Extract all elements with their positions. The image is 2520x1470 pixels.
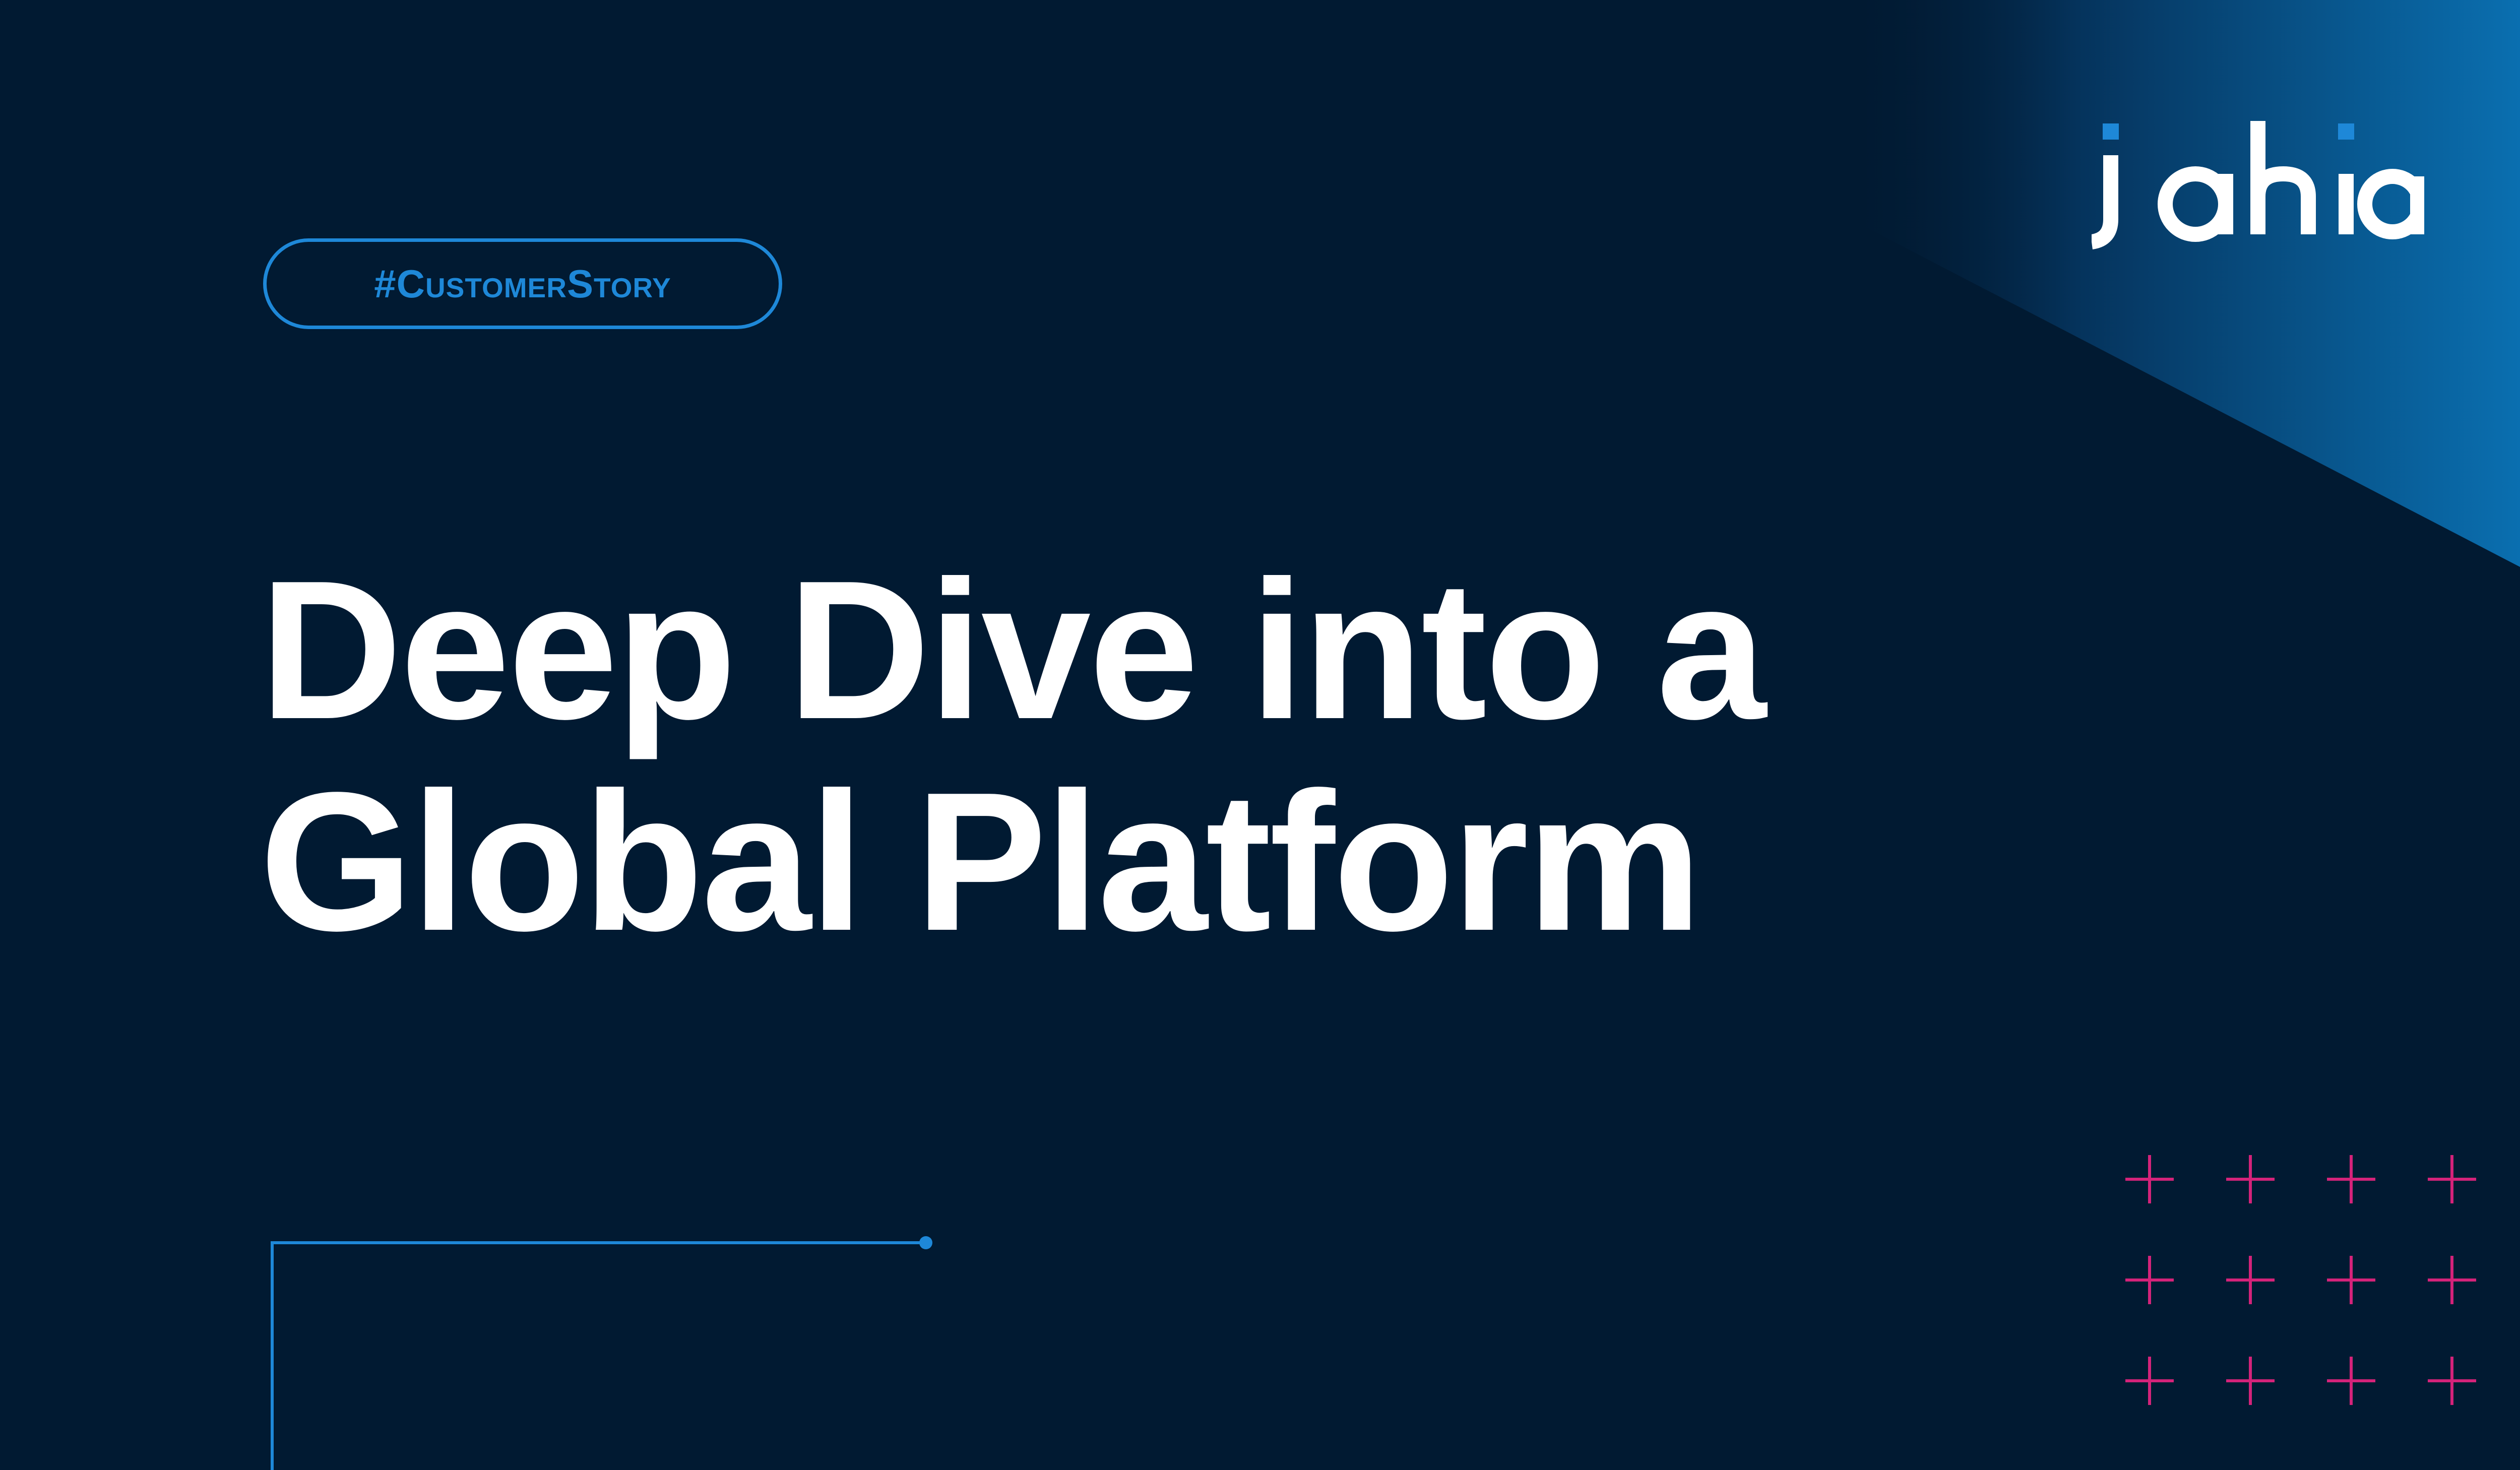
plus-icon xyxy=(2125,1357,2174,1405)
plus-icon xyxy=(2428,1256,2476,1304)
plus-icon xyxy=(2125,1155,2174,1203)
plus-icon xyxy=(2327,1155,2375,1203)
plus-icon xyxy=(2428,1155,2476,1203)
banner-canvas: jahia #CustomerStory Deep Dive into a Gl… xyxy=(0,0,2520,1470)
plus-icon xyxy=(2226,1357,2275,1405)
headline: Deep Dive into a Global Platform xyxy=(260,544,1923,968)
customer-story-tag: #CustomerStory xyxy=(263,238,782,329)
plus-icon xyxy=(2226,1256,2275,1304)
plus-icon xyxy=(2226,1155,2275,1203)
customer-story-tag-label: #CustomerStory xyxy=(374,261,671,306)
plus-icon xyxy=(2327,1357,2375,1405)
jahia-logo: jahia xyxy=(2092,121,2424,249)
plus-icon xyxy=(2125,1256,2174,1304)
plus-icon xyxy=(2327,1256,2375,1304)
plus-icon xyxy=(2428,1357,2476,1405)
headline-line-1: Deep Dive into a xyxy=(260,540,1767,760)
plus-grid xyxy=(2125,1155,2476,1405)
headline-line-2: Global Platform xyxy=(260,751,1703,972)
